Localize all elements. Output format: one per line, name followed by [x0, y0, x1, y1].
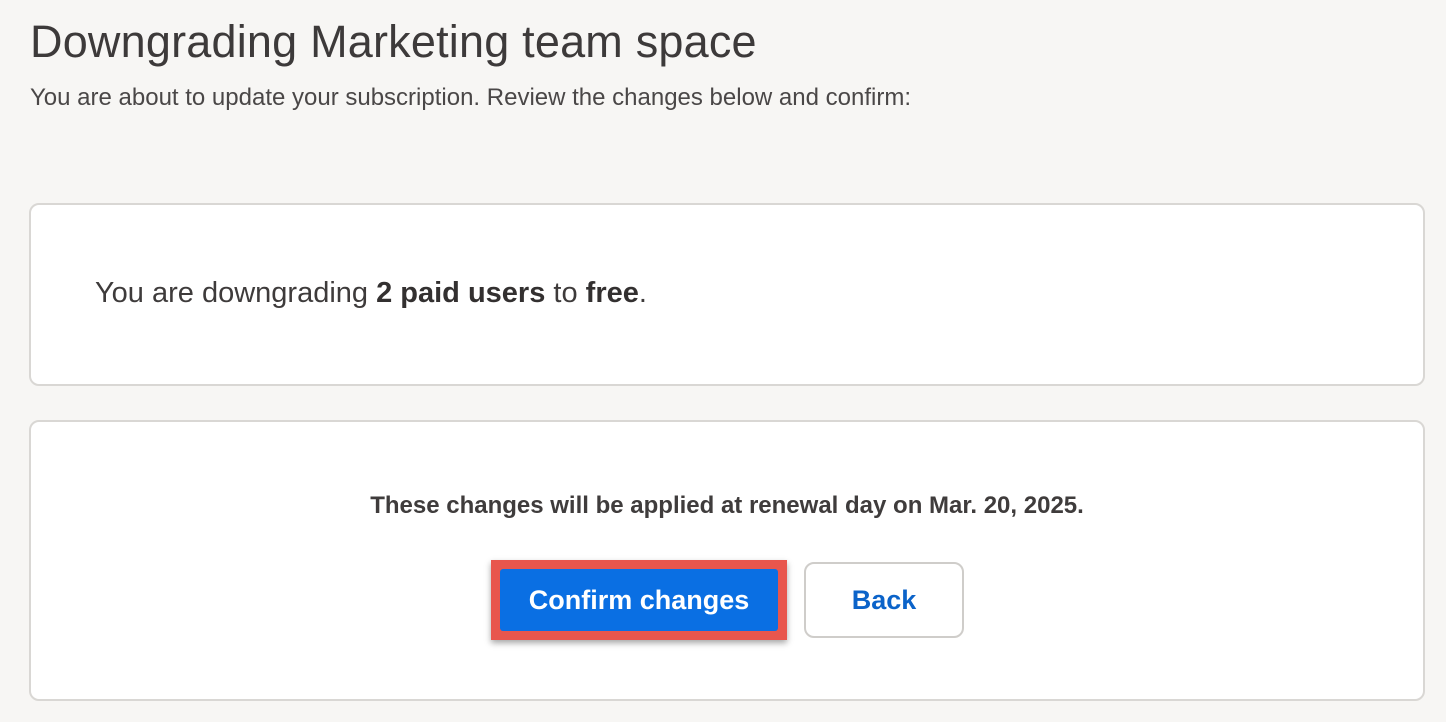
- summary-card: You are downgrading 2 paid users to free…: [29, 203, 1425, 386]
- actions-card: These changes will be applied at renewal…: [29, 420, 1425, 701]
- summary-prefix: You are downgrading: [95, 277, 377, 309]
- summary-users: 2 paid users: [376, 277, 546, 309]
- page-title: Downgrading Marketing team space: [30, 16, 757, 67]
- downgrade-page: Downgrading Marketing team space You are…: [0, 0, 1446, 722]
- renewal-notice: These changes will be applied at renewal…: [370, 492, 1084, 519]
- confirm-button-highlight: Confirm changes: [491, 560, 787, 640]
- button-row: Confirm changes Back: [31, 560, 1423, 640]
- summary-plan: free: [585, 277, 639, 309]
- summary-suffix: .: [638, 277, 647, 309]
- page-subtitle: You are about to update your subscriptio…: [30, 84, 911, 111]
- summary-middle: to: [545, 277, 586, 309]
- downgrade-summary: You are downgrading 2 paid users to free…: [95, 277, 647, 310]
- confirm-changes-button[interactable]: Confirm changes: [500, 569, 778, 631]
- back-button[interactable]: Back: [804, 562, 964, 638]
